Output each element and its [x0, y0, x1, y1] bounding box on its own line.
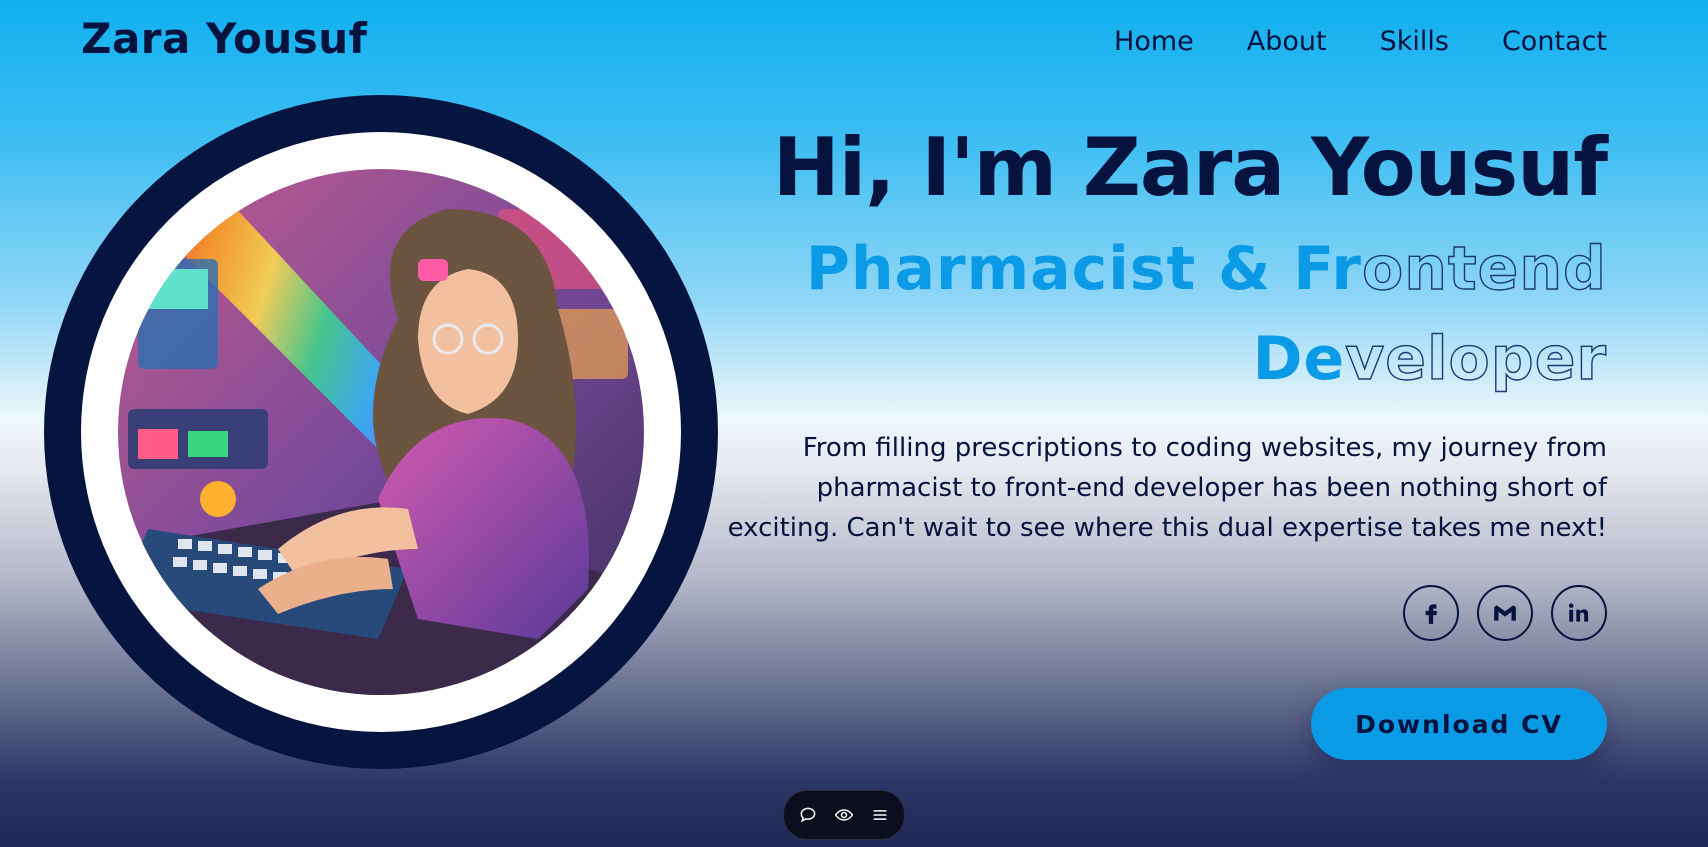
subtitle-filled-part: Pharmacist & Fr [805, 234, 1363, 304]
nav-about[interactable]: About [1247, 26, 1327, 57]
nav-skills[interactable]: Skills [1380, 26, 1449, 57]
menu-button[interactable] [868, 803, 892, 827]
nav-contact[interactable]: Contact [1502, 26, 1607, 57]
subtitle-filled-part-2: De [1252, 324, 1346, 394]
preview-button[interactable] [832, 803, 856, 827]
facebook-link[interactable] [1403, 585, 1459, 641]
linkedin-icon [1568, 603, 1589, 622]
gmail-link[interactable] [1477, 585, 1533, 641]
facebook-icon [1425, 604, 1438, 624]
eye-icon [834, 809, 854, 821]
hero-subtitle: Pharmacist & Frontend Developer [707, 224, 1607, 404]
nav-home[interactable]: Home [1114, 26, 1194, 57]
linkedin-link[interactable] [1551, 585, 1607, 641]
menu-icon [873, 810, 887, 820]
social-links [1403, 585, 1607, 641]
subtitle-outline-part: ontend [1361, 233, 1607, 304]
avatar-inner-ring [81, 132, 681, 732]
hero-greeting: Hi, I'm Zara Yousuf [772, 121, 1608, 214]
floating-toolbar [783, 790, 905, 840]
hero-intro-text: From filling prescriptions to coding web… [727, 433, 1607, 543]
subtitle-outline-part-2: veloper [1344, 323, 1607, 394]
chat-bubble-icon [800, 807, 816, 823]
download-cv-button[interactable]: Download CV [1311, 688, 1607, 760]
profile-avatar-frame [44, 95, 718, 769]
site-logo[interactable]: Zara Yousuf [81, 14, 367, 63]
chat-button[interactable] [796, 803, 820, 827]
gmail-icon [1494, 605, 1516, 621]
hero-section: Hi, I'm Zara Yousuf Pharmacist & Fronten… [707, 118, 1608, 404]
profile-illustration [118, 169, 644, 695]
main-nav: Home About Skills Contact [1114, 26, 1607, 57]
